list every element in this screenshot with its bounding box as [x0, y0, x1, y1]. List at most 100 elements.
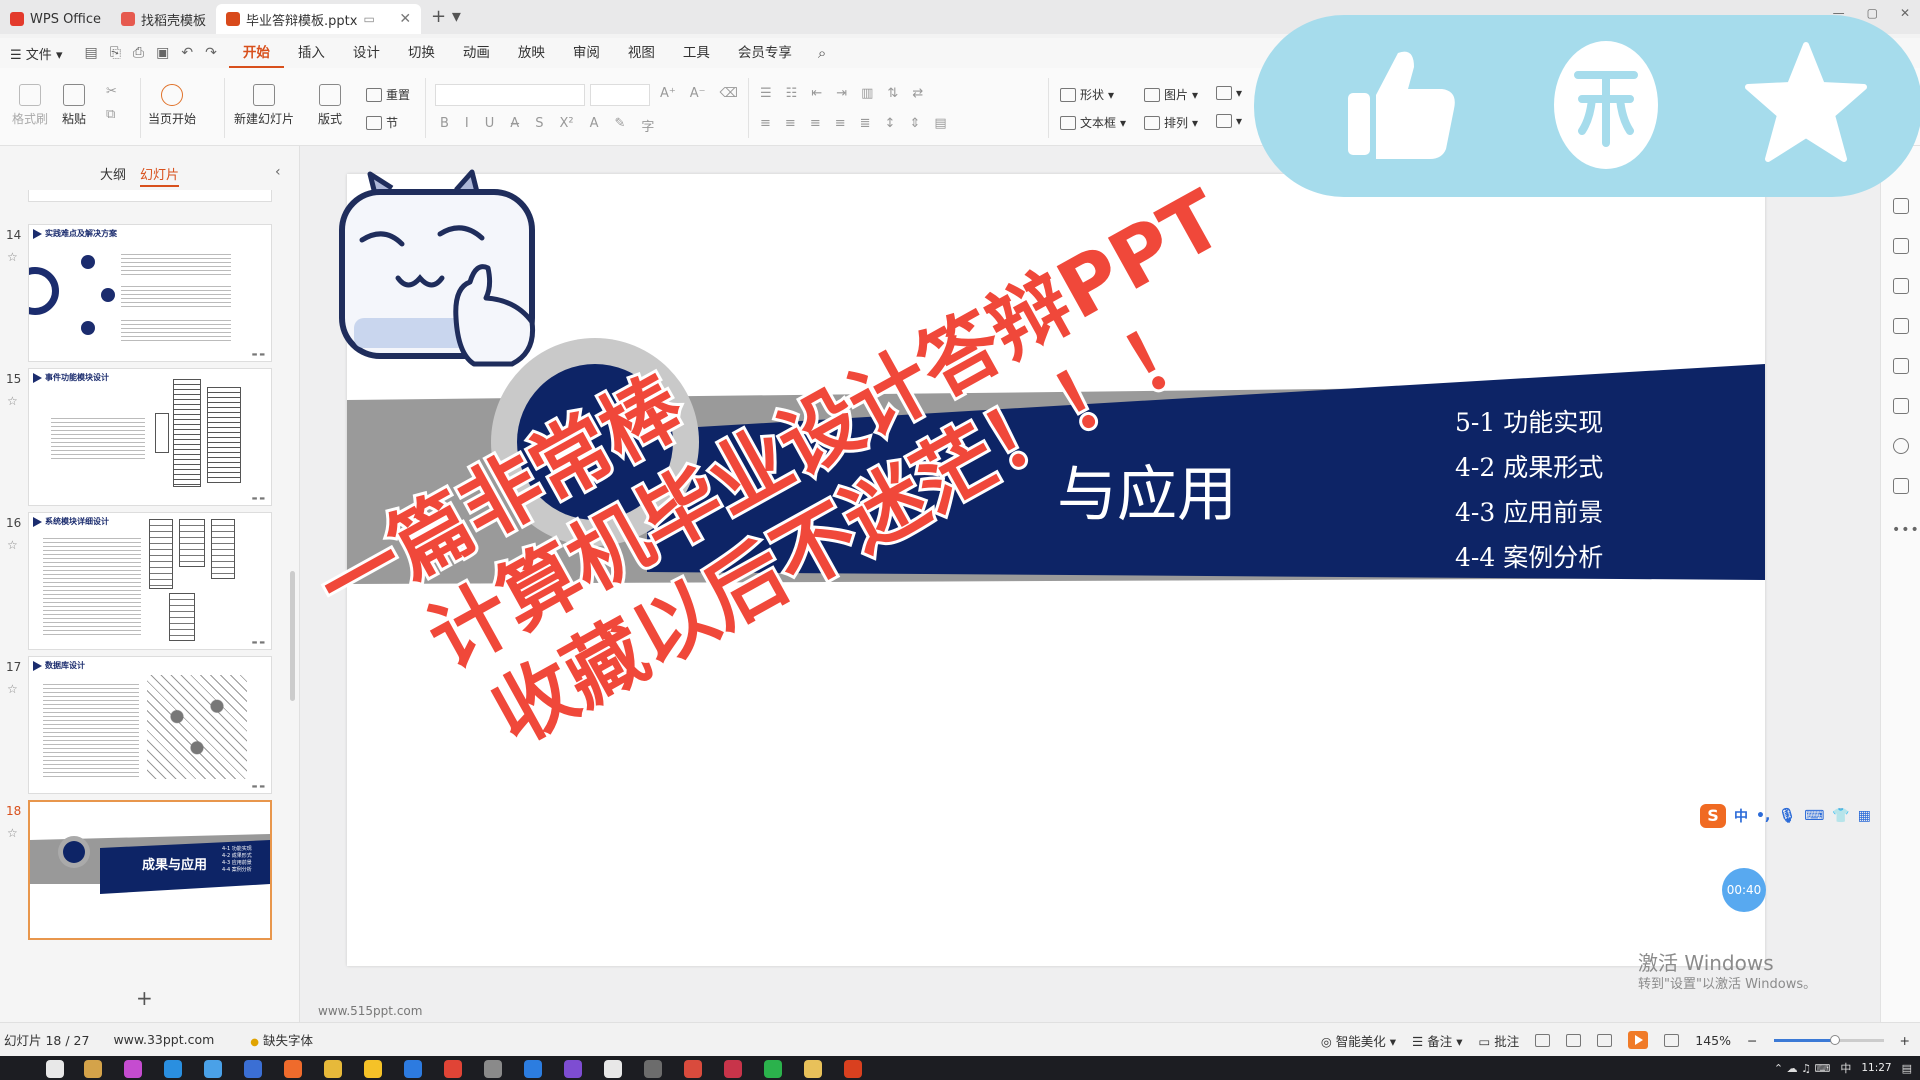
share-icon[interactable]: ⎘	[110, 45, 121, 61]
para-spacing-icon[interactable]: ⇕	[909, 116, 920, 131]
keyboard-icon[interactable]: ⌨	[1804, 808, 1824, 824]
app-icon[interactable]	[164, 1060, 182, 1078]
tab-wps-office[interactable]: WPS Office	[0, 4, 111, 34]
outline-button[interactable]: ▾	[1216, 114, 1242, 128]
zoom-out-icon[interactable]: −	[1747, 1033, 1757, 1048]
save-icon[interactable]: ▤	[84, 45, 97, 61]
recording-timer[interactable]: 00:40	[1722, 868, 1766, 912]
app-icon[interactable]	[644, 1060, 662, 1078]
panel-scrollbar[interactable]	[290, 571, 295, 701]
menu-review[interactable]: 审阅	[559, 38, 614, 68]
tray-icons[interactable]: ⌃ ☁ ♫ ⌨	[1774, 1062, 1830, 1075]
app-icon[interactable]	[724, 1060, 742, 1078]
app-icon[interactable]	[284, 1060, 302, 1078]
visual-studio-icon[interactable]	[564, 1060, 582, 1078]
tab-outline[interactable]: 大纲	[100, 164, 126, 187]
redo-icon[interactable]: ↷	[205, 45, 217, 61]
slide-row-14[interactable]: 14 ☆ 实践难点及解决方案 ▬ ▬	[0, 224, 300, 366]
normal-view-icon[interactable]	[1535, 1033, 1551, 1047]
chrome-icon[interactable]	[444, 1060, 462, 1078]
slide-thumbnail-13-partial[interactable]	[28, 190, 272, 202]
grow-font-icon[interactable]: A⁺	[660, 86, 676, 101]
menu-design[interactable]: 设计	[339, 38, 394, 68]
section-button[interactable]: 节	[366, 114, 398, 131]
tab-document[interactable]: 毕业答辩模板.pptx ▭ ✕	[216, 4, 422, 34]
play-from-current-button[interactable]: 当页开始	[148, 84, 196, 127]
collapse-panel-icon[interactable]: ‹	[275, 164, 281, 180]
slide-row-17[interactable]: 17 ☆ 数据库设计 ▬ ▬	[0, 656, 300, 798]
picture-button[interactable]: 图片 ▾	[1144, 86, 1198, 103]
numbering-icon[interactable]: ☷	[786, 86, 798, 101]
coin-icon[interactable]	[1538, 37, 1674, 173]
punctuation-icon[interactable]: •,	[1756, 808, 1770, 824]
app-icon[interactable]	[204, 1060, 222, 1078]
cut-icon[interactable]: ✂	[106, 84, 117, 99]
close-window-icon[interactable]: ✕	[1900, 6, 1910, 20]
menu-home[interactable]: 开始	[228, 38, 284, 68]
add-slide-button[interactable]: +	[136, 986, 153, 1010]
zoom-level[interactable]: 145%	[1695, 1033, 1731, 1048]
tray-ime[interactable]: 中	[1840, 1060, 1851, 1076]
bold-icon[interactable]: B	[440, 116, 449, 135]
layout-button[interactable]: 版式	[318, 84, 342, 127]
superscript-icon[interactable]: X²	[559, 116, 573, 135]
format-painter-button[interactable]: 格式刷	[12, 84, 48, 127]
slide-thumbnail-15[interactable]: 事件功能模块设计 ▬ ▬	[28, 368, 272, 506]
menu-view[interactable]: 视图	[614, 38, 669, 68]
shape-button[interactable]: 形状 ▾	[1060, 86, 1114, 103]
file-menu[interactable]: ☰ 文件 ▾	[0, 44, 72, 63]
missing-font-indicator[interactable]: 缺失字体	[250, 1030, 313, 1049]
font-family-select[interactable]	[435, 84, 585, 106]
tools-icon[interactable]	[1893, 358, 1909, 374]
columns-icon[interactable]: ▥	[861, 86, 873, 101]
favorite-icon[interactable]	[1893, 238, 1909, 254]
thumbs-up-icon[interactable]	[1336, 37, 1472, 173]
align-left-icon[interactable]: ≡	[760, 116, 771, 131]
slideshow-play-icon[interactable]	[1628, 1031, 1649, 1049]
share-icon[interactable]	[1893, 478, 1909, 494]
shrink-font-icon[interactable]: A⁻	[690, 86, 706, 101]
wps-taskbar-icon[interactable]	[844, 1060, 862, 1078]
slide-thumbnail-17[interactable]: 数据库设计 ▬ ▬	[28, 656, 272, 794]
star-icon[interactable]: ☆	[7, 826, 18, 840]
app-icon[interactable]	[404, 1060, 422, 1078]
slide-thumbnail-14[interactable]: 实践难点及解决方案 ▬ ▬	[28, 224, 272, 362]
fill-button[interactable]: ▾	[1216, 86, 1242, 100]
menu-member[interactable]: 会员专享	[724, 38, 806, 68]
app-icon[interactable]	[324, 1060, 342, 1078]
app-icon[interactable]	[124, 1060, 142, 1078]
app-icon[interactable]	[684, 1060, 702, 1078]
clear-format-icon[interactable]: ⌫	[720, 86, 738, 101]
undo-icon[interactable]: ↶	[181, 45, 193, 61]
indent-icon[interactable]: ⇥	[836, 86, 847, 101]
font-size-select[interactable]	[590, 84, 650, 106]
text-direction-icon[interactable]: ⇅	[887, 86, 898, 101]
start-icon[interactable]	[46, 1060, 64, 1078]
clock[interactable]: 11:27	[1861, 1062, 1891, 1074]
site-link[interactable]: www.33ppt.com	[113, 1032, 214, 1047]
material-icon[interactable]	[1893, 278, 1909, 294]
italic-icon[interactable]: I	[465, 116, 469, 135]
slide-thumbnail-16[interactable]: 系统模块详细设计 ▬ ▬	[28, 512, 272, 650]
slide-title[interactable]: 与应用	[1057, 446, 1237, 533]
search-icon[interactable]: ⌕	[806, 44, 826, 62]
smart-beautify-button[interactable]: ◎ 智能美化 ▾	[1321, 1031, 1396, 1050]
slide-thumbnail-18[interactable]: 成果与应用 4-1 功能实现 4-2 成果形式 4-3 应用前景 4-4 案例分…	[28, 800, 272, 940]
monitor-icon[interactable]: ▭	[363, 12, 374, 26]
menu-insert[interactable]: 插入	[284, 38, 339, 68]
new-tab-button[interactable]: + ▾	[421, 6, 471, 34]
align-center-icon[interactable]: ≡	[785, 116, 796, 131]
char-spacing-icon[interactable]: 字	[641, 116, 654, 135]
menu-slideshow[interactable]: 放映	[504, 38, 559, 68]
zoom-slider[interactable]	[1773, 1034, 1884, 1045]
folder-icon[interactable]	[804, 1060, 822, 1078]
current-slide[interactable]: 与应用 5-1 功能实现 4-2 成果形式 4-3 应用前景 4-4 案例分析	[347, 174, 1765, 966]
distribute-icon[interactable]: ≣	[860, 116, 871, 131]
tab-slides[interactable]: 幻灯片	[140, 164, 180, 187]
justify-icon[interactable]: ≡	[835, 116, 846, 131]
star-favorite-icon[interactable]	[1738, 37, 1874, 173]
bullets-icon[interactable]: ☰	[760, 86, 772, 101]
close-tab-icon[interactable]: ✕	[399, 11, 411, 27]
highlight-icon[interactable]: ✎	[614, 116, 625, 135]
star-icon[interactable]: ☆	[7, 394, 18, 408]
